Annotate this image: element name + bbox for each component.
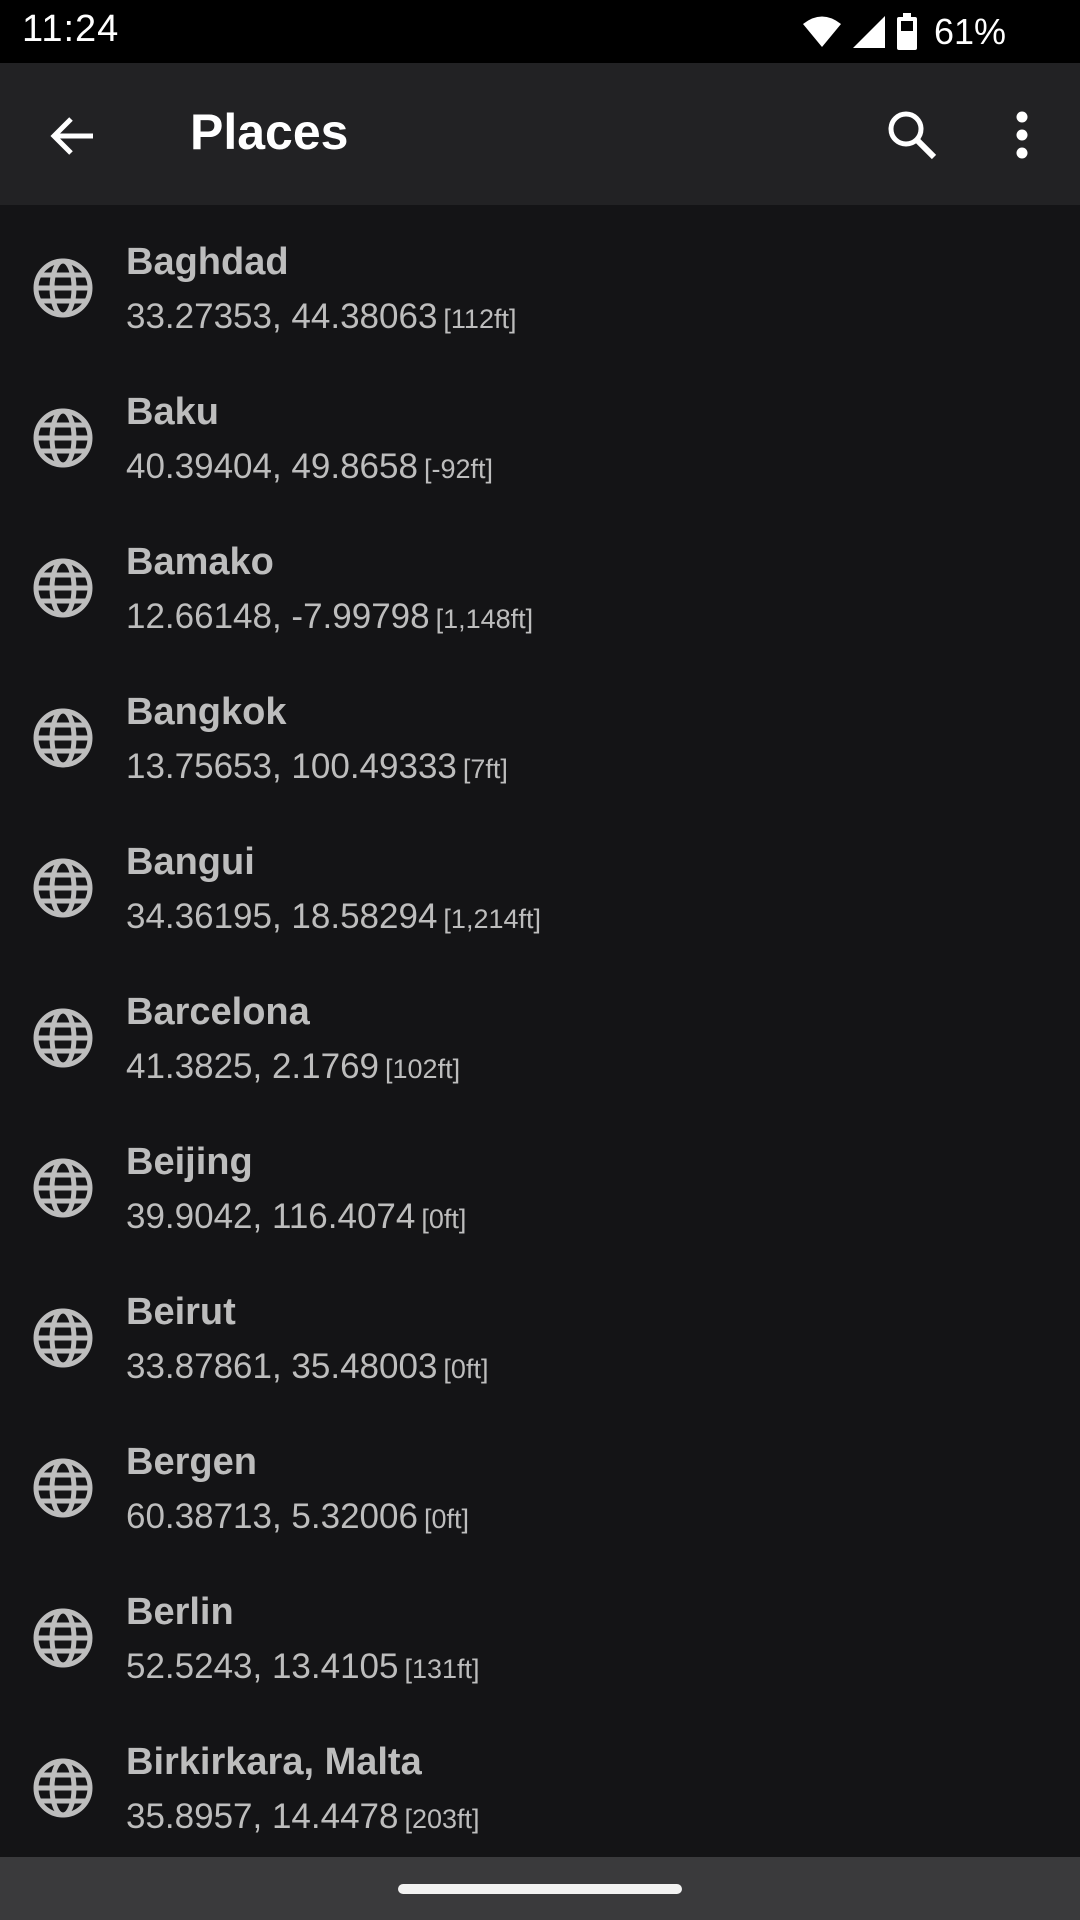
place-elevation: [102ft] (385, 1054, 461, 1084)
app-bar: Places (0, 63, 1080, 205)
place-coordinates: 12.66148, -7.99798 [1,148ft] (126, 597, 533, 637)
home-handle[interactable] (398, 1884, 682, 1894)
list-item[interactable]: Bangui 34.36195, 18.58294 [1,214ft] (0, 805, 1080, 955)
place-name: Baku (126, 391, 219, 433)
coords-text: 35.8957, 14.4478 (126, 1797, 399, 1836)
search-button[interactable] (876, 99, 948, 171)
back-button[interactable] (38, 101, 108, 171)
place-name: Baghdad (126, 241, 289, 283)
place-coordinates: 39.9042, 116.4074 [0ft] (126, 1197, 466, 1237)
place-coordinates: 33.87861, 35.48003 [0ft] (126, 1347, 488, 1387)
status-time: 11:24 (22, 8, 120, 50)
place-coordinates: 52.5243, 13.4105 [131ft] (126, 1647, 480, 1687)
coords-text: 60.38713, 5.32006 (126, 1497, 418, 1536)
place-name: Bergen (126, 1441, 257, 1483)
signal-icon (852, 15, 886, 49)
globe-icon (33, 1008, 93, 1068)
place-coordinates: 35.8957, 14.4478 [203ft] (126, 1797, 480, 1837)
coords-text: 33.87861, 35.48003 (126, 1347, 438, 1386)
place-coordinates: 60.38713, 5.32006 [0ft] (126, 1497, 469, 1537)
list-item[interactable]: Baghdad 33.27353, 44.38063 [112ft] (0, 205, 1080, 355)
place-elevation: [7ft] (462, 754, 508, 784)
list-item[interactable]: Beijing 39.9042, 116.4074 [0ft] (0, 1105, 1080, 1255)
place-name: Barcelona (126, 991, 310, 1033)
status-icons: 61% (802, 10, 1006, 54)
coords-text: 41.3825, 2.1769 (126, 1047, 380, 1086)
navigation-bar (0, 1857, 1080, 1920)
list-item[interactable]: Bamako 12.66148, -7.99798 [1,148ft] (0, 505, 1080, 655)
place-coordinates: 34.36195, 18.58294 [1,214ft] (126, 897, 541, 937)
more-vert-icon (1016, 111, 1028, 159)
place-elevation: [1,148ft] (435, 604, 534, 634)
coords-text: 33.27353, 44.38063 (126, 297, 438, 336)
globe-icon (33, 1758, 93, 1818)
globe-icon (33, 1608, 93, 1668)
battery-percent: 61% (933, 11, 1006, 52)
coords-text: 39.9042, 116.4074 (126, 1197, 416, 1236)
place-coordinates: 40.39404, 49.8658 [-92ft] (126, 447, 493, 487)
coords-text: 34.36195, 18.58294 (126, 897, 438, 936)
globe-icon (33, 1308, 93, 1368)
coords-text: 40.39404, 49.8658 (126, 447, 418, 486)
globe-icon (33, 1458, 93, 1518)
place-name: Beijing (126, 1141, 253, 1183)
list-item[interactable]: Barcelona 41.3825, 2.1769 [102ft] (0, 955, 1080, 1105)
back-arrow-icon (50, 117, 93, 155)
place-elevation: [203ft] (404, 1804, 480, 1834)
coords-text: 52.5243, 13.4105 (126, 1647, 399, 1686)
globe-icon (33, 1158, 93, 1218)
list-item[interactable]: Bangkok 13.75653, 100.49333 [7ft] (0, 655, 1080, 805)
place-name: Beirut (126, 1291, 236, 1333)
globe-icon (33, 258, 93, 318)
globe-icon (33, 408, 93, 468)
list-item[interactable]: Bergen 60.38713, 5.32006 [0ft] (0, 1405, 1080, 1555)
place-name: Bangui (126, 841, 255, 883)
place-elevation: [0ft] (421, 1204, 467, 1234)
wifi-icon (802, 15, 842, 49)
place-coordinates: 41.3825, 2.1769 [102ft] (126, 1047, 460, 1087)
globe-icon (33, 858, 93, 918)
place-elevation: [0ft] (423, 1504, 469, 1534)
place-elevation: [1,214ft] (443, 904, 541, 934)
place-name: Bamako (126, 541, 274, 583)
place-elevation: [112ft] (443, 304, 517, 334)
more-options-button[interactable] (990, 99, 1054, 171)
place-coordinates: 33.27353, 44.38063 [112ft] (126, 297, 516, 337)
places-list: Baghdad 33.27353, 44.38063 [112ft] Baku 4… (0, 205, 1080, 1857)
coords-text: 13.75653, 100.49333 (126, 747, 457, 786)
battery-icon (896, 13, 918, 51)
place-elevation: [131ft] (404, 1654, 480, 1684)
place-name: Berlin (126, 1591, 234, 1633)
list-item[interactable]: Birkirkara, Malta 35.8957, 14.4478 [203ft… (0, 1705, 1080, 1855)
page-title: Places (190, 104, 349, 160)
place-name: Birkirkara, Malta (126, 1741, 422, 1783)
list-item[interactable]: Berlin 52.5243, 13.4105 [131ft] (0, 1555, 1080, 1705)
search-icon (888, 111, 937, 160)
list-item[interactable]: Baku 40.39404, 49.8658 [-92ft] (0, 355, 1080, 505)
app-screen: 11:24 61% Places Baghdad 33.27353, 44.38… (0, 0, 1080, 1920)
place-coordinates: 13.75653, 100.49333 [7ft] (126, 747, 508, 787)
place-elevation: [0ft] (443, 1354, 489, 1384)
globe-icon (33, 558, 93, 618)
list-item[interactable]: Beirut 33.87861, 35.48003 [0ft] (0, 1255, 1080, 1405)
place-name: Bangkok (126, 691, 287, 733)
globe-icon (33, 708, 93, 768)
coords-text: 12.66148, -7.99798 (126, 597, 430, 636)
status-bar: 11:24 61% (0, 0, 1080, 63)
place-elevation: [-92ft] (423, 454, 493, 484)
